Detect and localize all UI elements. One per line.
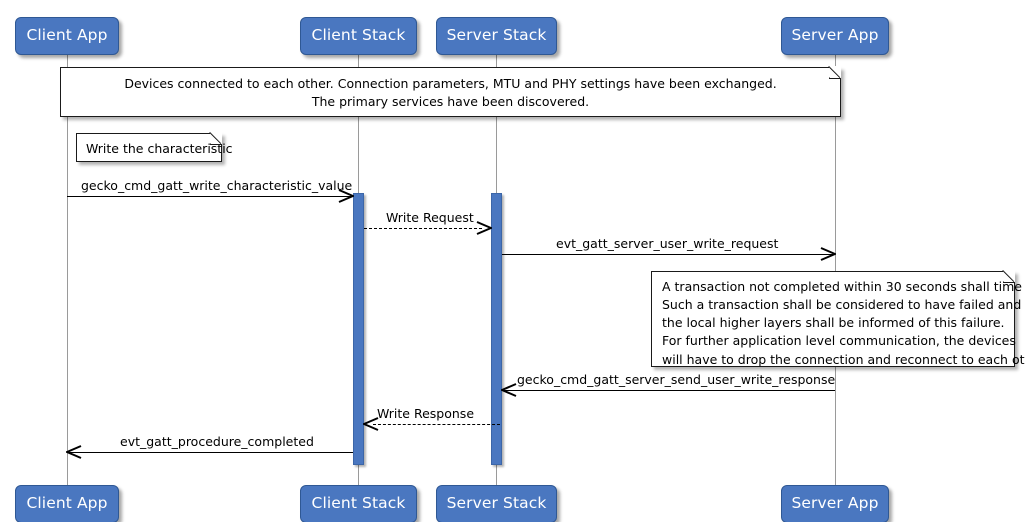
note-line: Such a transaction shall be considered t… [662,297,1022,313]
arrow-head-left-icon [501,383,517,397]
participant-label: Server App [791,25,879,44]
participant-server-stack-top[interactable]: Server Stack [436,17,557,55]
arrow-head-right-icon [820,247,836,261]
message-line [502,390,835,391]
lifeline-client-app [67,55,68,485]
message-line [502,254,835,255]
message-line [67,452,353,453]
note-transaction-timeout: A transaction not completed within 30 se… [651,270,1025,367]
message-label: gecko_cmd_gatt_write_characteristic_valu… [81,177,353,193]
participant-label: Server App [791,493,879,512]
participant-label: Client App [26,493,108,512]
participant-label: Client Stack [311,493,406,512]
participant-client-stack-top[interactable]: Client Stack [300,17,417,55]
arrow-head-right-icon [476,221,492,235]
message-line [373,424,500,425]
participant-label: Server Stack [446,493,547,512]
participant-server-app-bottom[interactable]: Server App [781,485,889,522]
message-line [364,228,482,229]
participant-label: Client Stack [311,25,406,44]
message-label: evt_gatt_server_user_write_request [556,235,779,251]
note-line: the local higher layers shall be informe… [662,315,1005,331]
sequence-diagram: Client App Client Stack Server Stack Ser… [0,0,1025,522]
message-label: evt_gatt_procedure_completed [120,433,314,449]
arrow-head-left-icon [66,445,82,459]
note-line: Write the characteristic [86,141,233,156]
note-fold-icon [829,66,841,79]
participant-client-app-top[interactable]: Client App [15,17,119,55]
message-label: Write Response [377,405,475,421]
participant-client-stack-bottom[interactable]: Client Stack [300,485,417,522]
message-line [67,196,353,197]
lifeline-server-app [835,55,836,485]
note-write-the-characteristic: Write the characteristic [76,132,233,162]
message-label: gecko_cmd_gatt_server_send_user_write_re… [517,371,836,387]
note-line: A transaction not completed within 30 se… [662,279,1025,294]
participant-server-stack-bottom[interactable]: Server Stack [436,485,557,522]
participant-client-app-bottom[interactable]: Client App [15,485,119,522]
message-label: Write Request [386,209,474,225]
note-line: For further application level communicat… [662,333,1016,349]
note-line: The primary services have been discovere… [311,94,590,110]
participant-label: Client App [26,25,108,44]
participant-server-app-top[interactable]: Server App [781,17,889,55]
note-preconditions: Devices connected to each other. Connect… [60,66,841,117]
note-fold-icon [210,132,222,145]
note-line: will have to drop the connection and rec… [662,351,1025,367]
participant-label: Server Stack [446,25,547,44]
note-line: Devices connected to each other. Connect… [124,76,777,91]
note-fold-icon [1003,270,1015,283]
